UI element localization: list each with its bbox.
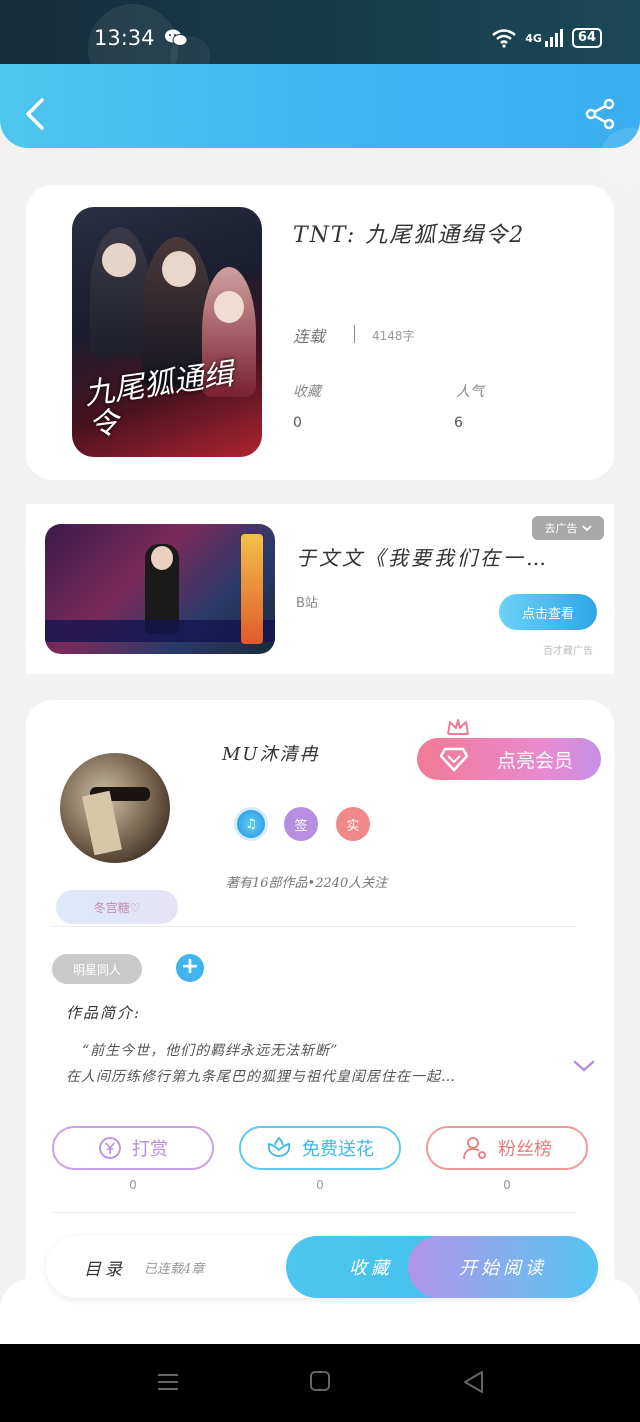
ad-source: B站 bbox=[296, 596, 318, 611]
collect-value: 0 bbox=[293, 415, 302, 431]
header-bar bbox=[0, 64, 640, 188]
ad-image[interactable] bbox=[45, 524, 275, 654]
collect-label: 收藏 bbox=[293, 384, 321, 400]
start-reading-button[interactable]: 开始阅读 bbox=[408, 1236, 598, 1298]
fans-count: 0 bbox=[503, 1178, 511, 1192]
author-stats: 著有16部作品•2240人关注 bbox=[226, 876, 388, 891]
ad-view-button[interactable]: 点击查看 bbox=[499, 594, 597, 630]
divider bbox=[52, 1212, 576, 1213]
wechat-icon bbox=[165, 29, 188, 46]
signal-icon bbox=[544, 29, 563, 47]
bottom-action-bar: 目录 已连载4章 收藏 开始阅读 bbox=[46, 1236, 598, 1298]
chevron-down-icon bbox=[581, 525, 592, 532]
vip-label: 点亮会员 bbox=[496, 749, 573, 772]
toc-button[interactable]: 目录 bbox=[84, 1255, 126, 1280]
fans-ranking-button[interactable]: 粉丝榜 bbox=[426, 1126, 588, 1170]
network-label: 4G bbox=[525, 31, 542, 45]
divider bbox=[354, 325, 355, 343]
reward-label: 打赏 bbox=[132, 1139, 168, 1160]
reward-count: 0 bbox=[129, 1178, 137, 1192]
chevron-left-icon[interactable] bbox=[22, 96, 50, 132]
chapter-count: 已连载4章 bbox=[144, 1262, 205, 1277]
system-nav-bar bbox=[0, 1344, 640, 1422]
real-name-badge-icon[interactable]: 实 bbox=[336, 807, 370, 841]
sign-badge-icon[interactable]: 签 bbox=[284, 807, 318, 841]
send-flower-button[interactable]: 免费送花 bbox=[239, 1126, 401, 1170]
ad-banner[interactable]: 去广告 于文文《我要我们在一… B站 点击查看 百才藏广告 bbox=[26, 504, 614, 674]
yen-icon bbox=[99, 1137, 121, 1159]
intro-line: “前生今世，他们的羁绊永远无法斩断” bbox=[82, 1043, 339, 1059]
book-info-card: 九尾狐通缉令 TNT: 九尾狐通缉令2 连载 4148字 收藏 人气 0 6 bbox=[26, 185, 614, 480]
status-bar: 13:34 4G 64 bbox=[0, 0, 640, 94]
send-flower-label: 免费送花 bbox=[302, 1139, 374, 1160]
book-cover[interactable]: 九尾狐通缉令 bbox=[72, 207, 262, 457]
diamond-icon bbox=[439, 747, 469, 772]
vip-button[interactable]: 点亮会员 bbox=[417, 738, 601, 780]
divider bbox=[52, 926, 576, 927]
ad-title: 于文文《我要我们在一… bbox=[296, 546, 549, 570]
genre-tag[interactable]: 明星同人 bbox=[52, 954, 142, 984]
word-count: 4148字 bbox=[372, 329, 415, 343]
book-title: TNT: 九尾狐通缉令2 bbox=[293, 223, 526, 248]
fans-ranking-label: 粉丝榜 bbox=[498, 1139, 552, 1160]
back-triangle-icon[interactable] bbox=[462, 1370, 484, 1394]
intro-line: 在人间历练修行第九条尾巴的狐狸与祖代皇闺居住在一起… bbox=[66, 1069, 456, 1085]
book-status: 连载 bbox=[293, 327, 326, 346]
status-time: 13:34 bbox=[94, 26, 155, 50]
battery-indicator: 64 bbox=[571, 28, 602, 48]
chevron-down-icon[interactable] bbox=[572, 1058, 596, 1074]
crown-icon bbox=[447, 719, 469, 735]
user-icon bbox=[463, 1137, 486, 1160]
reward-button[interactable]: 打赏 bbox=[52, 1126, 214, 1170]
decor-bubble bbox=[600, 128, 640, 188]
music-badge-icon[interactable]: ♫ bbox=[234, 807, 268, 841]
avatar[interactable] bbox=[60, 753, 170, 863]
remove-ad-label: 去广告 bbox=[544, 522, 578, 535]
cover-title: 九尾狐通缉令 bbox=[82, 356, 236, 444]
add-tag-button[interactable]: + bbox=[176, 954, 204, 982]
popularity-value: 6 bbox=[454, 415, 463, 431]
wifi-icon bbox=[492, 29, 517, 48]
home-icon[interactable] bbox=[309, 1370, 331, 1392]
popularity-label: 人气 bbox=[456, 384, 484, 400]
status-indicators: 4G 64 bbox=[491, 28, 602, 48]
fan-tag[interactable]: 冬宫糖♡ bbox=[56, 890, 178, 924]
menu-icon[interactable] bbox=[156, 1370, 180, 1394]
remove-ad-button[interactable]: 去广告 bbox=[532, 516, 604, 540]
ad-note: 百才藏广告 bbox=[543, 646, 593, 657]
author-name: MU沐清冉 bbox=[222, 744, 320, 765]
flower-count: 0 bbox=[316, 1178, 324, 1192]
intro-label: 作品简介: bbox=[66, 1004, 142, 1022]
share-icon[interactable] bbox=[584, 98, 616, 130]
flower-icon bbox=[267, 1136, 291, 1157]
